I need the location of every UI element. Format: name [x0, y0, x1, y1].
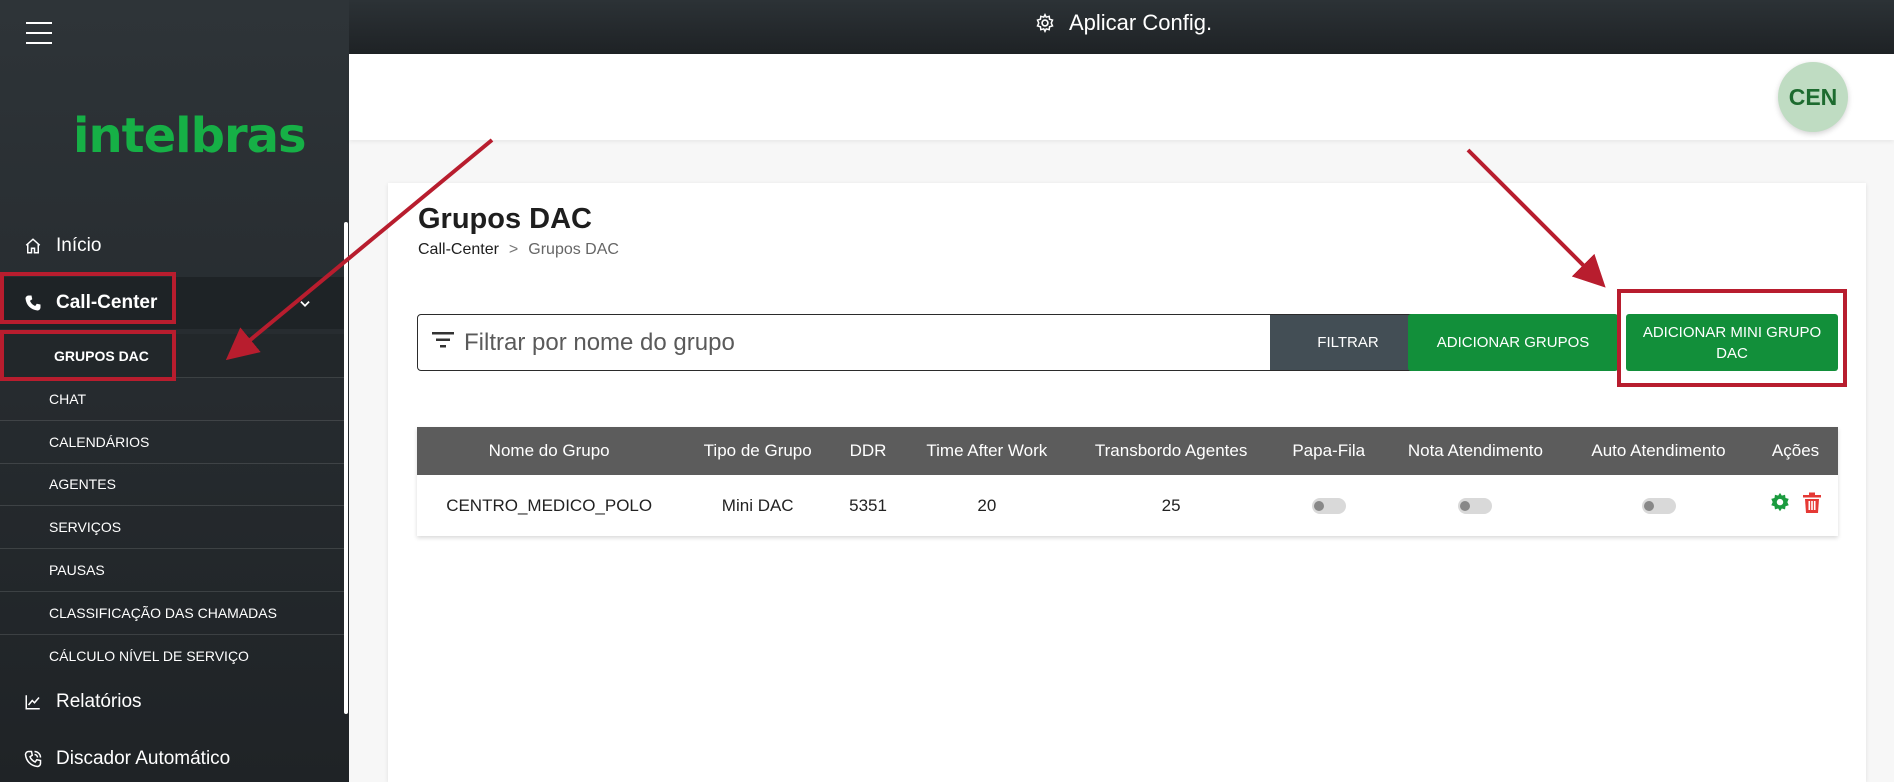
column-header[interactable]: Nome do Grupo: [417, 427, 682, 475]
sidebar-item-relatorios[interactable]: Relatórios: [0, 676, 344, 728]
time-after-work-cell: 20: [901, 475, 1072, 536]
chart-icon: [22, 691, 44, 713]
table-header-row: Nome do Grupo Tipo de Grupo DDR Time Aft…: [417, 427, 1838, 475]
actions-cell: [1753, 475, 1838, 536]
filter-button[interactable]: FILTRAR: [1270, 315, 1426, 370]
annotation-box-call-center: [0, 272, 176, 324]
sidebar-subitem-label: SERVIÇOS: [49, 519, 122, 535]
sidebar-subitem-label: CLASSIFICAÇÃO DAS CHAMADAS: [49, 605, 277, 621]
sidebar-subitem-label: PAUSAS: [49, 562, 105, 578]
column-header: Ações: [1753, 427, 1838, 475]
column-header[interactable]: Tipo de Grupo: [681, 427, 835, 475]
home-icon: [22, 235, 44, 257]
logo: intelbras: [73, 108, 307, 164]
trash-icon[interactable]: [1802, 492, 1822, 519]
filter-icon: [432, 331, 454, 354]
sidebar-subitem-label: CHAT: [49, 391, 87, 407]
nota-atendimento-toggle[interactable]: [1458, 498, 1493, 515]
add-groups-button[interactable]: ADICIONAR GRUPOS: [1408, 314, 1618, 371]
auto-atendimento-toggle[interactable]: [1641, 498, 1676, 515]
nota-cell: [1386, 475, 1564, 536]
auto-cell: [1563, 475, 1754, 536]
sidebar-item-discador[interactable]: Discador Automático: [0, 733, 344, 782]
column-header[interactable]: Nota Atendimento: [1386, 427, 1564, 475]
filter-bar: FILTRAR: [417, 314, 1427, 371]
breadcrumb: Call-Center > Grupos DAC: [418, 241, 619, 259]
apply-config-label: Aplicar Config.: [1069, 10, 1213, 35]
settings-gear-icon[interactable]: [1769, 492, 1791, 519]
sidebar-subitem-chat[interactable]: CHAT: [0, 378, 344, 421]
sidebar-subitem-classificacao[interactable]: CLASSIFICAÇÃO DAS CHAMADAS: [0, 592, 344, 635]
sidebar-subitem-label: CÁLCULO NÍVEL DE SERVIÇO: [49, 647, 249, 664]
sidebar-item-label: Discador Automático: [56, 748, 231, 769]
column-header[interactable]: Time After Work: [901, 427, 1072, 475]
papa-fila-toggle[interactable]: [1311, 498, 1346, 515]
papa-fila-cell: [1270, 475, 1387, 536]
sidebar: intelbras Início Call-Center GRUPOS DAC …: [0, 0, 349, 782]
main-card: Grupos DAC Call-Center > Grupos DAC FILTRA…: [388, 183, 1866, 782]
table-row: CENTRO_MEDICO_POLO Mini DAC 5351 20 25: [417, 475, 1838, 536]
group-type-cell: Mini DAC: [681, 475, 835, 536]
menu-icon[interactable]: [26, 22, 52, 44]
sidebar-subitem-label: AGENTES: [49, 476, 116, 492]
sidebar-subitem-label: CALENDÁRIOS: [49, 434, 150, 450]
breadcrumb-parent[interactable]: Call-Center: [418, 241, 499, 258]
sidebar-subitem-calculo[interactable]: CÁLCULO NÍVEL DE SERVIÇO: [0, 634, 344, 677]
apply-config-button[interactable]: Aplicar Config.: [1035, 10, 1212, 36]
annotation-box-add-mini: [1617, 289, 1847, 387]
annotation-box-grupos-dac: [0, 330, 176, 381]
sidebar-scrollbar[interactable]: [344, 222, 348, 714]
header: CEN: [349, 54, 1894, 140]
filter-input[interactable]: [464, 315, 1270, 370]
breadcrumb-separator: >: [508, 241, 519, 258]
gear-icon: [1036, 13, 1054, 33]
sidebar-item-label: Relatórios: [56, 691, 142, 712]
transbordo-cell: 25: [1071, 475, 1271, 536]
column-header[interactable]: Papa-Fila: [1270, 427, 1387, 475]
sidebar-item-label: Início: [56, 235, 102, 256]
sidebar-item-inicio[interactable]: Início: [0, 220, 344, 272]
sidebar-subitem-servicos[interactable]: SERVIÇOS: [0, 506, 344, 549]
top-bar: Aplicar Config.: [349, 0, 1894, 54]
avatar[interactable]: CEN: [1778, 62, 1848, 132]
sidebar-subitem-calendarios[interactable]: CALENDÁRIOS: [0, 421, 344, 464]
group-name-cell: CENTRO_MEDICO_POLO: [417, 475, 682, 536]
column-header[interactable]: DDR: [834, 427, 902, 475]
sidebar-subitem-agentes[interactable]: AGENTES: [0, 463, 344, 506]
sidebar-subitem-pausas[interactable]: PAUSAS: [0, 549, 344, 592]
ddr-cell: 5351: [834, 475, 902, 536]
chevron-down-icon[interactable]: [298, 295, 312, 317]
column-header[interactable]: Auto Atendimento: [1563, 427, 1754, 475]
column-header[interactable]: Transbordo Agentes: [1071, 427, 1271, 475]
phone-dial-icon: [22, 748, 44, 770]
page-title: Grupos DAC: [418, 203, 592, 235]
breadcrumb-current: Grupos DAC: [528, 241, 619, 258]
groups-table: Nome do Grupo Tipo de Grupo DDR Time Aft…: [417, 427, 1838, 536]
